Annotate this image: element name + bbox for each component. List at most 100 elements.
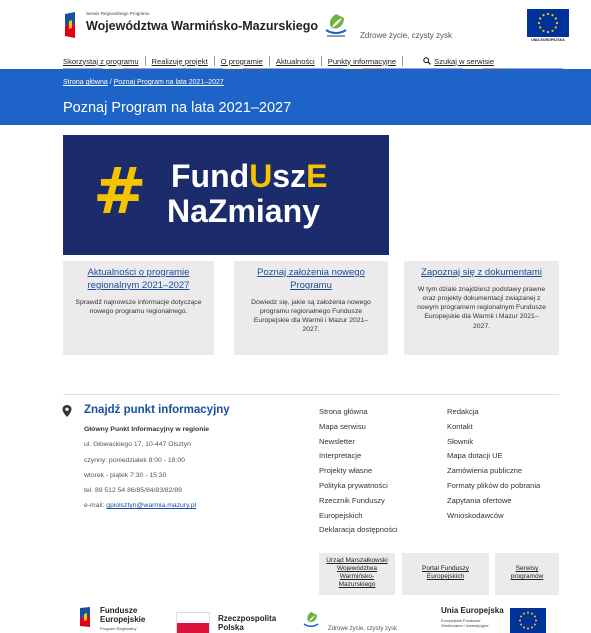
card-news[interactable]: Aktualności o programie regionalnym 2021… [63,261,214,355]
email-label: e-mail: [84,502,105,510]
hero-hash-symbol: # [93,155,147,229]
nav-item-skorzystaj[interactable]: Skorzystaj z programu [63,57,139,66]
footer-links-col-2: Redakcja Kontakt Słownik Mapa dotacji UE… [447,405,540,523]
search-link[interactable]: Szukaj w serwisie [423,57,494,66]
bottom-link-line: Portal Funduszy [422,565,469,572]
footer-link[interactable]: Mapa dotacji UE [447,449,540,464]
page-title: Poznaj Program na lata 2021–2027 [63,100,292,116]
nav-separator [213,56,215,66]
find-point-title[interactable]: Znajdź punkt informacyjny [84,404,230,416]
find-point-address: ul. Głowackiego 17, 10-447 Olsztyn [84,441,191,449]
footer-link[interactable]: Zapytania ofertowe [447,494,540,509]
card-description: Sprawdź najnowsze informacje dotyczące n… [75,298,202,315]
section-divider [63,394,559,395]
footer-link[interactable]: Formaty plików do pobrania [447,479,540,494]
card-assumptions[interactable]: Poznaj założenia nowego Programu Dowiedz… [234,261,388,355]
eu-label: UNIA EUROPEJSKA [531,38,565,42]
fe-logo-subtitle: Program Regionalny [100,626,137,631]
find-point-hours-2: wtorek - piątek 7:30 - 15:30 [84,471,167,479]
healthy-life-logo-icon [325,14,347,37]
eu-sub-2: Strukturalne i Inwestycyjne [441,623,489,628]
brand-subtitle: Serwis Regionalnego Programu [86,11,150,16]
bottom-link-line: Europejskich [426,573,465,581]
eu-flag-icon [510,608,546,633]
footer-link[interactable]: Wnioskodawców [447,509,540,524]
footer-link[interactable]: Europejskich [319,509,398,524]
healthy-life-text: Zdrowe życie, czysty zysk [360,31,453,40]
search-icon [423,57,432,65]
footer-link[interactable]: Polityka prywatności [319,479,398,494]
bottom-link-marshal-office[interactable]: Urząd Marszałkowski Województwa Warmińsk… [319,553,395,595]
healthy-life-text: Zdrowe życie, czysty zysk [328,626,398,632]
healthy-life-logo-icon [303,612,319,627]
footer-link[interactable]: Kontakt [447,420,540,435]
bottom-link-eu-portal[interactable]: Portal Funduszy Europejskich [402,553,489,595]
hero-sz: sz [272,158,307,194]
find-point-hours-1: czynny: poniedziałek 8:00 - 18:00 [84,456,185,464]
poland-logo-text: Rzeczpospolita Polska [218,614,276,632]
footer-links-col-1: Strona główna Mapa serwisu Newsletter In… [319,405,398,538]
fe-logo-text: Fundusze Europejskie [100,606,145,624]
breadcrumb-separator: / [109,79,112,86]
nav-item-punkty[interactable]: Punkty informacyjne [328,57,396,66]
hero-u: U [249,158,273,194]
footer-link[interactable]: Zamówienia publiczne [447,464,540,479]
hero-fund: Fund [171,158,250,194]
hero-line-2: NaZmiany [167,193,320,229]
hero-banner-image: # FundUszE NaZmiany [63,135,389,255]
nav-item-o-programie[interactable]: O programie [221,57,263,66]
pl-line-1: Rzeczpospolita [218,614,277,623]
card-title[interactable]: Zapoznaj się z dokumentami [416,267,547,280]
page-banner: Strona główna / Poznaj Program na lata 2… [0,69,591,125]
card-description: Dowiedz się, jakie są założenia nowego p… [251,298,371,334]
email-link[interactable]: gpiolsztyn@warmia.mazury.pl [106,502,196,509]
location-pin-icon [62,405,72,417]
main-nav: Skorzystaj z programu Realizuję projekt … [63,55,563,67]
fundusze-europejskie-logo-icon [80,607,90,627]
footer-link[interactable]: Interpretacje [319,449,398,464]
breadcrumb: Strona główna / Poznaj Program na lata 2… [63,79,224,86]
site-header: Serwis Regionalnego Programu Województwa… [0,0,591,50]
breadcrumb-current[interactable]: Poznaj Program na lata 2021–2027 [114,79,224,86]
poland-flag-icon [176,612,210,633]
bottom-link-programs[interactable]: Serwisy programów [495,553,559,595]
footer-link[interactable]: Słownik [447,435,540,450]
fundusze-europejskie-logo-icon[interactable] [63,10,77,40]
footer-link[interactable]: Redakcja [447,405,540,420]
card-documents[interactable]: Zapoznaj się z dokumentami W tym dziale … [404,261,559,355]
find-point-subtitle: Główny Punkt Informacyjny w regionie [84,426,210,433]
hero-line-1: FundUszE [171,160,327,192]
nav-item-aktualnosci[interactable]: Aktualności [276,57,315,66]
footer-link[interactable]: Projekty własne [319,464,398,479]
bottom-link-line: programów [510,573,544,581]
pl-line-2: Polska [218,623,244,632]
card-description: W tym dziale znajdziesz podstawy prawne … [417,285,546,330]
find-point-details: Główny Punkt Informacyjny w regionie ul.… [84,422,209,514]
bottom-link-line: Urząd Marszałkowski [326,557,388,564]
card-title[interactable]: Aktualności o programie regionalnym 2021… [75,267,202,293]
brand-title[interactable]: Województwa Warmińsko-Mazurskiego [86,19,318,33]
footer-link[interactable]: Mapa serwisu [319,420,398,435]
footer-link[interactable]: Newsletter [319,435,398,450]
eu-flag-icon [527,9,569,37]
nav-separator [402,56,404,66]
bottom-link-line: Serwisy [515,565,539,572]
footer-link[interactable]: Rzecznik Funduszy [319,494,398,509]
find-point-email-row: e-mail: gpiolsztyn@warmia.mazury.pl [84,498,209,513]
eu-logo-title: Unia Europejska [441,606,504,615]
footer-logos-bar: Fundusze Europejskie Program Regionalny R… [0,600,591,633]
bottom-link-line: Mazurskiego [338,581,376,589]
bottom-link-line: Warmińsko- [339,573,375,581]
breadcrumb-home[interactable]: Strona główna [63,79,108,86]
find-point-phone: tel. 89 512 54 86/85/84/83/82/89 [84,487,182,495]
footer-link[interactable]: Deklaracja dostępności [319,523,398,538]
footer-link[interactable]: Strona główna [319,405,398,420]
search-label[interactable]: Szukaj w serwisie [434,57,494,66]
card-title[interactable]: Poznaj założenia nowego Programu [246,267,376,293]
fe-line-1: Fundusze [100,606,138,615]
eu-logo-subtitle: Europejskie Fundusze Strukturalne i Inwes… [441,618,489,628]
nav-item-realizuje[interactable]: Realizuję projekt [152,57,208,66]
bottom-link-line: Województwa [337,565,377,573]
hero-e: E [306,158,328,194]
nav-separator [320,56,322,66]
